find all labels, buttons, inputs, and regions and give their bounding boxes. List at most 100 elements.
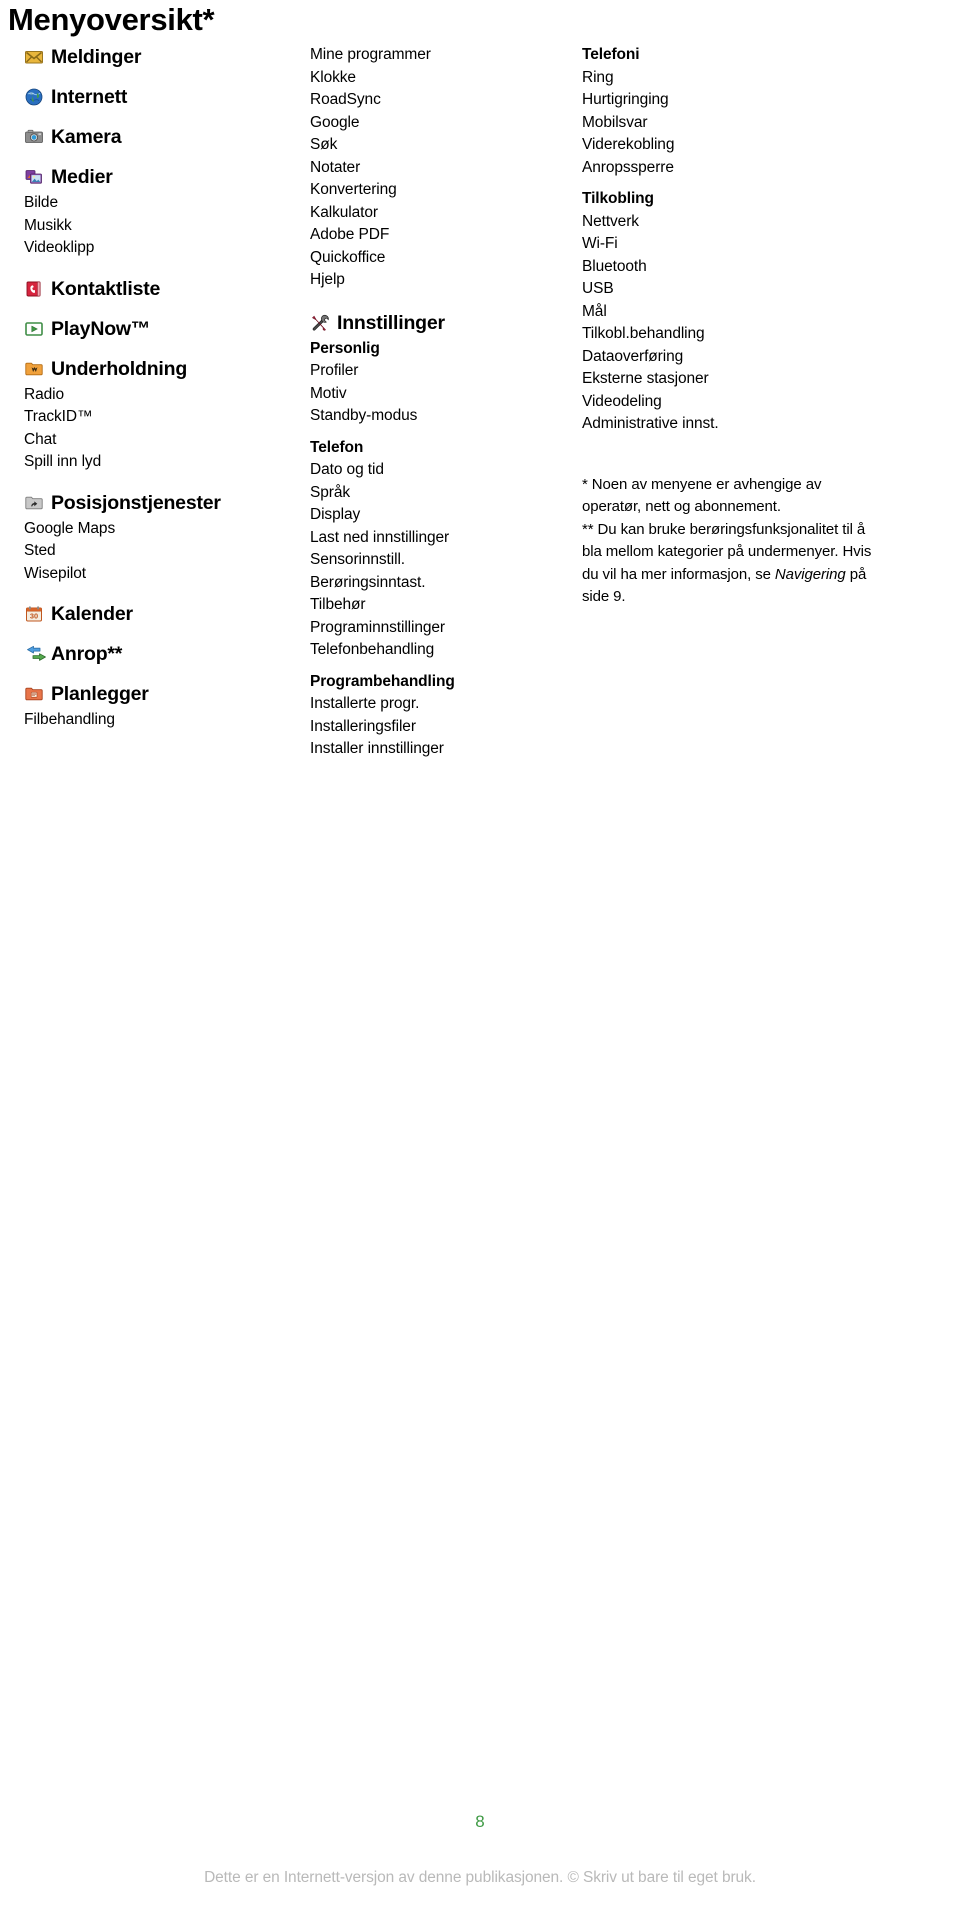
group-header[interactable]: Meldinger (24, 44, 296, 70)
sub-item[interactable]: Telefonbehandling (310, 639, 566, 662)
group-label: Kontaktliste (51, 277, 161, 300)
group-label: Internett (51, 86, 128, 108)
list-item[interactable]: Quickoffice (310, 247, 566, 270)
sub-item[interactable]: Sted (24, 540, 296, 563)
menu-group-internett[interactable]: Internett (24, 84, 296, 110)
sub-item[interactable]: Dataoverføring (582, 346, 960, 369)
sub-item[interactable]: Mål (582, 301, 960, 324)
sub-item[interactable]: Nettverk (582, 211, 960, 234)
sub-item[interactable]: Radio (24, 384, 296, 407)
sub-item[interactable]: Bluetooth (582, 256, 960, 279)
group-header[interactable]: 30 Kalender (24, 601, 296, 627)
menu-group-innstillinger[interactable]: Innstillinger Personlig Profiler Motiv S… (310, 310, 566, 761)
menu-group-anrop[interactable]: Anrop** (24, 641, 296, 667)
footnote-two-emphasis: Navigering (774, 565, 846, 583)
sub-item[interactable]: Eksterne stasjoner (582, 368, 960, 391)
entertainment-folder-icon (24, 359, 44, 379)
sub-item[interactable]: Google Maps (24, 518, 296, 541)
group-header[interactable]: Planlegger (24, 681, 296, 707)
tools-icon (310, 313, 330, 333)
sub-item[interactable]: Installerte progr. (310, 693, 566, 716)
sub-item[interactable]: Profiler (310, 360, 566, 383)
sub-item[interactable]: Mobilsvar (582, 112, 960, 135)
menu-group-playnow[interactable]: PlayNow™ (24, 316, 296, 342)
menu-group-medier[interactable]: Medier Bilde Musikk Videoklipp (24, 164, 296, 260)
sub-item[interactable]: USB (582, 278, 960, 301)
svg-text:30: 30 (30, 611, 38, 620)
sub-item[interactable]: Berøringsinntast. (310, 572, 566, 595)
sub-item[interactable]: Bilde (24, 192, 296, 215)
sub-item[interactable]: Programinnstillinger (310, 617, 566, 640)
sub-item[interactable]: Språk (310, 482, 566, 505)
sub-item[interactable]: Standby-modus (310, 405, 566, 428)
menu-group-planlegger[interactable]: Planlegger Filbehandling (24, 681, 296, 732)
group-header[interactable]: Posisjonstjenester (24, 490, 296, 516)
sub-item[interactable]: Motiv (310, 383, 566, 406)
group-header[interactable]: Innstillinger (310, 310, 566, 336)
menu-group-kalender[interactable]: 30 Kalender (24, 601, 296, 627)
list-item[interactable]: Konvertering (310, 179, 566, 202)
sub-item[interactable]: Display (310, 504, 566, 527)
sub-item[interactable]: Last ned innstillinger (310, 527, 566, 550)
sub-item[interactable]: Spill inn lyd (24, 451, 296, 474)
camera-icon (24, 127, 44, 147)
section-header: Programbehandling (310, 672, 455, 690)
group-label: PlayNow™ (51, 317, 151, 340)
section-header: Tilkobling (582, 190, 654, 207)
sub-item[interactable]: Videodeling (582, 391, 960, 414)
group-header[interactable]: PlayNow™ (24, 316, 296, 342)
calendar-icon: 30 (24, 604, 44, 624)
sub-item[interactable]: Sensorinnstill. (310, 549, 566, 572)
list-item[interactable]: RoadSync (310, 89, 566, 112)
sub-item[interactable]: Musikk (24, 215, 296, 238)
list-item[interactable]: Notater (310, 157, 566, 180)
playnow-icon (24, 319, 44, 339)
sub-item[interactable]: Dato og tid (310, 459, 566, 482)
section-header: Personlig (310, 339, 380, 357)
legal-footer: Dette er en Internett-versjon av denne p… (204, 1869, 756, 1886)
column-applications: Meldinger Internett Kamera Medier Bilde … (0, 44, 296, 748)
sub-item[interactable]: Administrative innst. (582, 413, 960, 436)
group-header[interactable]: Internett (24, 84, 296, 110)
list-item[interactable]: Google (310, 112, 566, 135)
sub-item[interactable]: Wisepilot (24, 563, 296, 586)
group-header[interactable]: Anrop** (24, 641, 296, 667)
menu-group-kontaktliste[interactable]: Kontaktliste (24, 276, 296, 302)
group-label: Medier (51, 166, 113, 188)
program-list: Mine programmer Klokke RoadSync Google S… (310, 44, 566, 292)
group-label: Planlegger (51, 683, 149, 705)
menu-group-kamera[interactable]: Kamera (24, 124, 296, 150)
group-label: Meldinger (51, 46, 142, 68)
sub-item[interactable]: Wi-Fi (582, 233, 960, 256)
sub-item[interactable]: TrackID™ (24, 406, 296, 429)
list-item[interactable]: Hjelp (310, 269, 566, 292)
sub-item[interactable]: Ring (582, 67, 960, 90)
list-item[interactable]: Kalkulator (310, 202, 566, 225)
list-item[interactable]: Adobe PDF (310, 224, 566, 247)
sub-item[interactable]: Tilbehør (310, 594, 566, 617)
list-item[interactable]: Søk (310, 134, 566, 157)
sub-item[interactable]: Hurtigringing (582, 89, 960, 112)
sub-item[interactable]: Videoklipp (24, 237, 296, 260)
list-item[interactable]: Mine programmer (310, 44, 566, 67)
menu-group-underholdning[interactable]: Underholdning Radio TrackID™ Chat Spill … (24, 356, 296, 474)
menu-group-posisjonstjenester[interactable]: Posisjonstjenester Google Maps Sted Wise… (24, 490, 296, 586)
group-header[interactable]: Medier (24, 164, 296, 190)
group-header[interactable]: Underholdning (24, 356, 296, 382)
sub-item[interactable]: Tilkobl.behandling (582, 323, 960, 346)
media-icon (24, 167, 44, 187)
sub-item[interactable]: Filbehandling (24, 709, 296, 732)
group-header[interactable]: Kamera (24, 124, 296, 150)
contacts-icon (24, 279, 44, 299)
sub-item[interactable]: Installeringsfiler (310, 716, 566, 739)
menu-group-meldinger[interactable]: Meldinger (24, 44, 296, 70)
footnote-one: * Noen av menyene er avhengige av operat… (582, 475, 822, 516)
globe-icon (24, 87, 44, 107)
sub-item[interactable]: Viderekobling (582, 134, 960, 157)
sub-item[interactable]: Installer innstillinger (310, 738, 566, 761)
group-label: Kalender (51, 603, 133, 625)
group-header[interactable]: Kontaktliste (24, 276, 296, 302)
sub-item[interactable]: Anropssperre (582, 157, 960, 180)
sub-item[interactable]: Chat (24, 429, 296, 452)
list-item[interactable]: Klokke (310, 67, 566, 90)
